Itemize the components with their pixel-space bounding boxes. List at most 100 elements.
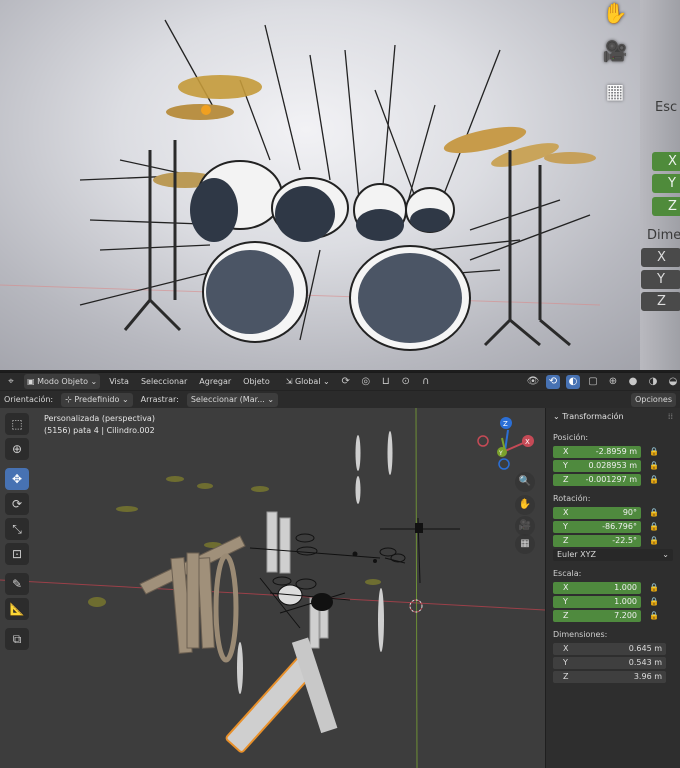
menu-objeto[interactable]: Objeto [240,374,273,389]
field-value: 0.645 m [628,643,662,653]
scene-canvas: Z X Y [0,408,545,768]
rotation-y-field[interactable]: Y -86.796° [553,520,641,533]
orientation-select[interactable]: ⊹ Predefinido ⌄ [61,392,133,407]
cursor-tool[interactable]: ⊕ [5,438,29,460]
rotation-mode-select[interactable]: Euler XYZ ⌄ [553,549,673,561]
options-button[interactable]: Opciones [630,392,676,407]
field-value: -22.5° [612,535,637,545]
dimensions-label: Dimensiones: [553,630,608,639]
dimensions-z-field[interactable]: Z 3.96 m [553,670,666,683]
select-box-tool[interactable]: ⬚ [5,413,29,435]
render-field-z: Z [652,197,680,216]
camera-view-icon[interactable]: 🎥 [515,516,535,536]
snap-icon[interactable]: ◎ [359,375,373,389]
snap-target-icon[interactable]: ⊔ [379,375,393,389]
tool-settings-bar: Orientación: ⊹ Predefinido ⌄ Arrastrar: … [0,390,680,408]
add-cube-tool[interactable]: ⧉ [5,628,29,650]
shading-rendered-icon[interactable]: ◒ [666,375,680,389]
transform-orientation-label: Global [294,377,321,386]
lock-icon[interactable]: 🔒 [648,461,660,470]
3d-viewport[interactable]: Z X Y Personalizada (perspectiva) (5156)… [0,408,545,768]
annotate-tool[interactable]: ✎ [5,573,29,595]
render-field-x: X [652,152,680,171]
field-value: -86.796° [602,521,637,531]
visibility-icon[interactable]: 👁 [526,375,540,389]
render-label-dime: Dime [647,228,680,243]
scale-x-field[interactable]: X 1.000 [553,581,641,594]
shading-wireframe-icon[interactable]: ⊕ [606,375,620,389]
xray-icon[interactable]: ▢ [586,375,600,389]
measure-tool[interactable]: 📐 [5,598,29,620]
axis-label: Y [563,460,568,470]
axis-label: Z [563,671,569,681]
axis-label: Y [563,596,568,606]
panel-header[interactable]: ⌄ Transformación ⁞⁞ [553,412,673,421]
location-y-field[interactable]: Y 0.028953 m [553,459,641,472]
drum-kit-render [0,19,601,351]
shading-solid-icon[interactable]: ● [626,375,640,389]
ortho-grid-icon[interactable]: ▦ [515,534,535,554]
proportional-edit-icon[interactable]: ⊙ [399,375,413,389]
zoom-icon[interactable]: 🔍 [515,472,535,492]
dimensions-x-field[interactable]: X 0.645 m [553,642,666,655]
gizmo-icon[interactable]: ⟲ [546,374,560,389]
scale-y-field[interactable]: Y 1.000 [553,595,641,608]
overlay-icon[interactable]: ◐ [566,374,580,389]
axis-label: Y [563,521,568,531]
axis-label: X [563,643,569,653]
rotation-z-field[interactable]: Z -22.5° [553,534,641,547]
lock-icon[interactable]: 🔒 [648,536,660,545]
menu-agregar[interactable]: Agregar [196,374,234,389]
render-label-esc: Esc [655,100,678,115]
shading-material-icon[interactable]: ◑ [646,375,660,389]
sidebar-transform-panel: ⌄ Transformación ⁞⁞ Posición: X -2.8959 m 🔒… [545,408,680,768]
rotation-mode-value: Euler XYZ [557,550,596,559]
field-value: 7.200 [614,610,637,620]
panel-title: Transformación [562,412,624,421]
axis-label: X [563,582,569,592]
camera-icon[interactable]: 🎥 [600,38,630,64]
falloff-icon[interactable]: ∩ [419,375,433,389]
axis-label: Z [563,474,569,484]
lock-icon[interactable]: 🔒 [648,447,660,456]
drag-value: Seleccionar (Mar... [190,394,265,404]
lock-icon[interactable]: 🔒 [648,597,660,606]
location-x-field[interactable]: X -2.8959 m [553,445,641,458]
transform-orientation-select[interactable]: ⇲ Global ⌄ [283,374,333,389]
orientation-label: Orientación: [4,395,54,404]
axis-label: Z [563,610,569,620]
hand-icon[interactable]: ✋ [600,0,630,26]
gizmo-x-label: X [525,438,530,446]
field-value: 1.000 [614,596,637,606]
render-dim-z: Z [641,292,680,311]
mode-select[interactable]: ▣ Modo Objeto ⌄ [24,374,101,389]
field-value: 0.543 m [628,657,662,667]
field-value: 3.96 m [633,671,662,681]
rotation-x-field[interactable]: X 90° [553,506,641,519]
editor-type-icon[interactable]: ⌖ [4,375,18,389]
transform-tool[interactable]: ⊡ [5,543,29,565]
hand-pan-icon[interactable]: ✋ [515,495,535,515]
drag-select[interactable]: Seleccionar (Mar... ⌄ [186,392,279,407]
rotate-tool[interactable]: ⟳ [5,493,29,515]
axis-label: Y [563,657,568,667]
lock-icon[interactable]: 🔒 [648,508,660,517]
viewport-header: ⌖ ▣ Modo Objeto ⌄ Vista Seleccionar Agre… [0,372,680,390]
move-tool[interactable]: ✥ [5,468,29,490]
lock-icon[interactable]: 🔒 [648,611,660,620]
pivot-icon[interactable]: ⟳ [339,375,353,389]
grid-icon[interactable]: ▦ [600,78,630,104]
location-z-field[interactable]: Z -0.001297 m [553,473,641,486]
view-name: Personalizada (perspectiva) [44,414,155,423]
render-dim-y: Y [641,270,680,289]
scale-tool[interactable]: ⤡ [5,518,29,540]
lock-icon[interactable]: 🔒 [648,583,660,592]
field-value: -0.001297 m [585,474,637,484]
panel-drag-handle[interactable]: ⁞⁞ [668,412,673,421]
dimensions-y-field[interactable]: Y 0.543 m [553,656,666,669]
lock-icon[interactable]: 🔒 [648,475,660,484]
lock-icon[interactable]: 🔒 [648,522,660,531]
menu-seleccionar[interactable]: Seleccionar [138,374,190,389]
scale-z-field[interactable]: Z 7.200 [553,609,641,622]
menu-vista[interactable]: Vista [106,374,132,389]
